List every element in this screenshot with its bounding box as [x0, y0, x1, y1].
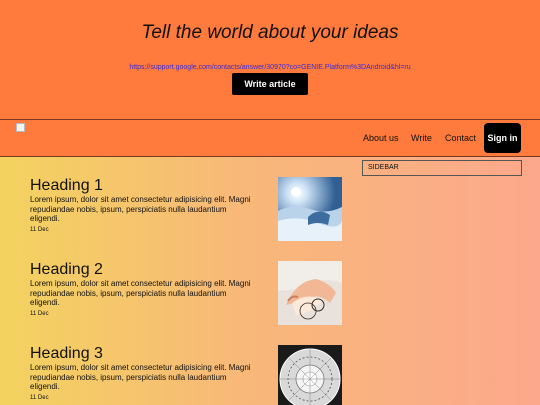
article-thumbnail-hand[interactable]	[278, 261, 342, 325]
hero-link[interactable]: https://support.google.com/contacts/answ…	[0, 64, 540, 71]
glass-dome-image	[278, 345, 342, 405]
sidebar: SIDEBAR	[362, 160, 522, 176]
hero-banner: Tell the world about your ideas https://…	[0, 0, 540, 120]
sign-in-button[interactable]: Sign in	[484, 123, 521, 153]
article-date: 11 Dec	[30, 311, 49, 317]
hand-drawing-image	[278, 261, 342, 325]
article-body: Lorem ipsum, dolor sit amet consectetur …	[30, 279, 251, 307]
article-card[interactable]: Heading 1 Lorem ipsum, dolor sit amet co…	[30, 177, 350, 247]
article-body: Lorem ipsum, dolor sit amet consectetur …	[30, 195, 251, 223]
snow-landscape-image	[278, 177, 342, 241]
logo-image[interactable]	[16, 123, 25, 132]
article-card[interactable]: Heading 3 Lorem ipsum, dolor sit amet co…	[30, 345, 350, 405]
nav-write[interactable]: Write	[411, 133, 432, 143]
article-card[interactable]: Heading 2 Lorem ipsum, dolor sit amet co…	[30, 261, 350, 331]
article-thumbnail-dome[interactable]	[278, 345, 342, 405]
article-body: Lorem ipsum, dolor sit amet consectetur …	[30, 363, 251, 391]
article-heading[interactable]: Heading 1	[30, 177, 103, 195]
hero-title: Tell the world about your ideas	[141, 22, 399, 43]
navbar: About us Write Contact Sign in	[0, 120, 540, 157]
nav-about-us[interactable]: About us	[363, 133, 399, 143]
article-date: 11 Dec	[30, 227, 49, 233]
nav-contact[interactable]: Contact	[445, 133, 476, 143]
article-heading[interactable]: Heading 3	[30, 345, 103, 363]
article-date: 11 Dec	[30, 395, 49, 401]
article-heading[interactable]: Heading 2	[30, 261, 103, 279]
write-article-button[interactable]: Write article	[232, 73, 308, 95]
article-thumbnail-snow[interactable]	[278, 177, 342, 241]
main-content: SIDEBAR Heading 1 Lorem ipsum, dolor sit…	[0, 157, 540, 405]
